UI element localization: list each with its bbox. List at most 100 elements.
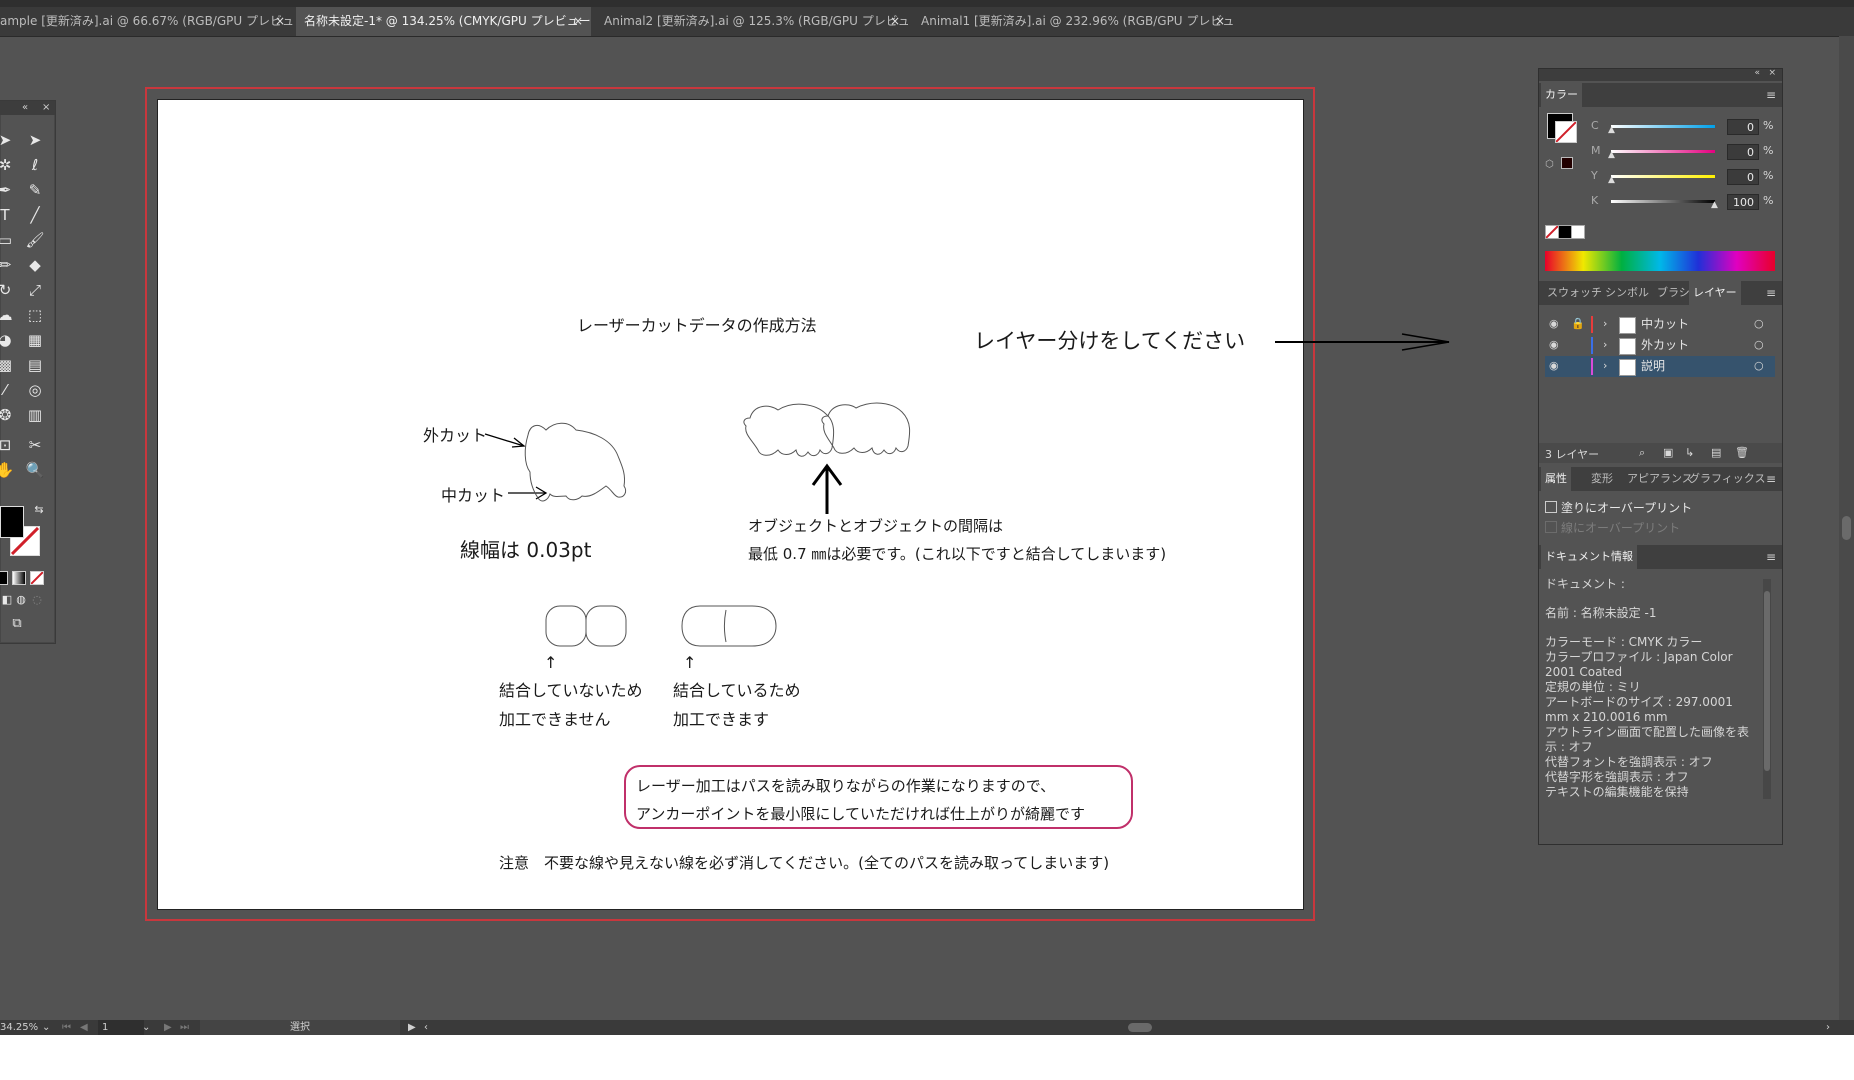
- close-icon[interactable]: ×: [275, 7, 285, 36]
- symbol-sprayer-icon[interactable]: ❂: [0, 404, 16, 426]
- zoom-tool-icon[interactable]: 🔍: [24, 459, 46, 481]
- magenta-value-field[interactable]: 0: [1727, 144, 1759, 160]
- cyan-track[interactable]: [1611, 125, 1715, 128]
- vertical-scrollbar[interactable]: [1839, 36, 1854, 1020]
- target-icon[interactable]: ○: [1754, 359, 1764, 372]
- chevron-right-icon[interactable]: ›: [1603, 359, 1607, 372]
- yellow-slider-row[interactable]: Y ▲ 0 %: [1539, 167, 1782, 187]
- panel-menu-icon[interactable]: ≡: [1766, 281, 1776, 305]
- target-icon[interactable]: ○: [1754, 338, 1764, 351]
- none-color-swatch[interactable]: [1545, 225, 1559, 239]
- status-menu-icon[interactable]: ▶: [408, 1020, 416, 1035]
- hand-tool-icon[interactable]: ✋: [0, 459, 16, 481]
- overprint-stroke-checkbox[interactable]: [1545, 521, 1557, 533]
- close-icon[interactable]: ×: [42, 101, 50, 115]
- new-sublayer-icon[interactable]: ↳: [1685, 446, 1694, 459]
- graph-tool-icon[interactable]: ▥: [24, 404, 46, 426]
- clipping-mask-icon[interactable]: ▣: [1663, 446, 1673, 459]
- selection-tool-icon[interactable]: ➤: [0, 129, 16, 151]
- yellow-track[interactable]: [1611, 175, 1715, 178]
- rotate-tool-icon[interactable]: ↻: [0, 279, 16, 301]
- layer-row-selected[interactable]: ◉ › 説明 ○: [1545, 356, 1775, 377]
- blend-tool-icon[interactable]: ◎: [24, 379, 46, 401]
- locate-object-icon[interactable]: ⌕: [1639, 446, 1645, 460]
- tab-untitled-1[interactable]: 名称未設定-1* @ 134.25% (CMYK/GPU プレビュー) ×: [296, 7, 591, 36]
- yellow-value-field[interactable]: 0: [1727, 169, 1759, 185]
- tab-graphic-styles[interactable]: グラフィックス: [1689, 467, 1765, 491]
- panel-menu-icon[interactable]: ≡: [1766, 83, 1776, 107]
- cyan-slider-row[interactable]: C ▲ 0 %: [1539, 117, 1782, 137]
- black-color-swatch[interactable]: [1558, 225, 1572, 239]
- doc-info-scrollbar[interactable]: [1763, 579, 1771, 799]
- perspective-grid-icon[interactable]: ▦: [24, 329, 46, 351]
- screen-mode-icon[interactable]: ⧉: [6, 613, 28, 635]
- slider-handle-icon[interactable]: ▲: [1608, 150, 1615, 160]
- visibility-eye-icon[interactable]: ◉: [1549, 359, 1559, 372]
- tab-layers[interactable]: レイヤー: [1689, 281, 1741, 305]
- chevron-right-icon[interactable]: ›: [1603, 338, 1607, 351]
- white-color-swatch[interactable]: [1571, 225, 1585, 239]
- artboard[interactable]: レーザーカットデータの作成方法 レイヤー分けをしてください 外カット 中カット …: [157, 99, 1450, 910]
- warp-tool-icon[interactable]: ☁: [0, 304, 16, 326]
- tab-attributes[interactable]: 属性: [1541, 467, 1571, 491]
- last-artboard-icon[interactable]: ⏭: [180, 1020, 189, 1035]
- gradient-tool-icon[interactable]: ▤: [24, 354, 46, 376]
- new-layer-icon[interactable]: ▤: [1711, 446, 1721, 459]
- black-slider-row[interactable]: K ▲ 100 %: [1539, 192, 1782, 212]
- close-icon[interactable]: ×: [890, 7, 900, 36]
- slider-handle-icon[interactable]: ▲: [1711, 200, 1718, 210]
- pencil-tool-icon[interactable]: ✏: [0, 254, 16, 276]
- tab-appearance[interactable]: アピアランス: [1627, 467, 1693, 491]
- tools-panel-header[interactable]: « ×: [0, 101, 55, 115]
- cyan-value-field[interactable]: 0: [1727, 119, 1759, 135]
- slice-tool-icon[interactable]: ✂: [24, 434, 46, 456]
- color-spectrum-bar[interactable]: [1545, 251, 1775, 271]
- next-artboard-icon[interactable]: ▶: [164, 1020, 172, 1035]
- overprint-fill-checkbox[interactable]: [1545, 501, 1557, 513]
- draw-inside-icon[interactable]: ◌: [26, 589, 48, 611]
- prev-artboard-icon[interactable]: ◀: [80, 1020, 88, 1035]
- direct-selection-tool-icon[interactable]: ➤: [24, 129, 46, 151]
- shape-builder-icon[interactable]: ◕: [0, 329, 16, 351]
- chevron-right-icon[interactable]: ›: [1603, 317, 1607, 330]
- fill-swatch[interactable]: [0, 506, 24, 538]
- tab-brushes[interactable]: ブラシ: [1657, 281, 1690, 305]
- color-mode-icon[interactable]: [0, 571, 8, 585]
- visibility-eye-icon[interactable]: ◉: [1549, 338, 1559, 351]
- magic-wand-icon[interactable]: ✲: [0, 154, 16, 176]
- horizontal-scroll-thumb[interactable]: [1128, 1023, 1152, 1032]
- tab-swatches[interactable]: スウォッチ: [1547, 281, 1602, 305]
- paintbrush-icon[interactable]: 🖌: [24, 229, 46, 251]
- zoom-level[interactable]: 34.25%: [0, 1020, 38, 1035]
- scale-tool-icon[interactable]: ⤢: [24, 279, 46, 301]
- chevron-down-icon[interactable]: ⌄: [142, 1020, 150, 1035]
- visibility-eye-icon[interactable]: ◉: [1549, 317, 1559, 330]
- scroll-left-icon[interactable]: ‹: [424, 1020, 428, 1035]
- magenta-slider-row[interactable]: M ▲ 0 %: [1539, 142, 1782, 162]
- curvature-tool-icon[interactable]: ✎: [24, 179, 46, 201]
- eraser-icon[interactable]: ◆: [24, 254, 46, 276]
- mesh-tool-icon[interactable]: ▩: [0, 354, 16, 376]
- slider-handle-icon[interactable]: ▲: [1608, 125, 1615, 135]
- layer-row[interactable]: ◉ › 外カット ○: [1545, 335, 1775, 356]
- close-icon[interactable]: ×: [1768, 68, 1776, 78]
- panel-menu-icon[interactable]: ≡: [1766, 467, 1776, 491]
- tab-animal1[interactable]: Animal1 [更新済み].ai @ 232.96% (RGB/GPU プレビ…: [913, 7, 1233, 36]
- rectangle-tool-icon[interactable]: ▭: [0, 229, 16, 251]
- line-tool-icon[interactable]: ╱: [24, 204, 46, 226]
- scroll-right-icon[interactable]: ›: [1826, 1020, 1830, 1035]
- scroll-thumb[interactable]: [1764, 591, 1770, 771]
- collapse-icon[interactable]: «: [1754, 68, 1760, 78]
- slider-handle-icon[interactable]: ▲: [1608, 175, 1615, 185]
- free-transform-icon[interactable]: ⬚: [24, 304, 46, 326]
- magenta-track[interactable]: [1611, 150, 1715, 153]
- first-artboard-icon[interactable]: ⏮: [62, 1020, 71, 1035]
- tab-document-info[interactable]: ドキュメント情報: [1541, 545, 1637, 569]
- black-track[interactable]: [1611, 200, 1715, 203]
- tab-transform[interactable]: 変形: [1591, 467, 1613, 491]
- gradient-mode-icon[interactable]: [12, 571, 26, 585]
- collapse-icon[interactable]: «: [22, 101, 28, 115]
- artboard-number-field[interactable]: 1: [98, 1020, 144, 1035]
- none-mode-icon[interactable]: [30, 571, 44, 585]
- layer-row[interactable]: ◉ 🔒 › 中カット ○: [1545, 314, 1775, 335]
